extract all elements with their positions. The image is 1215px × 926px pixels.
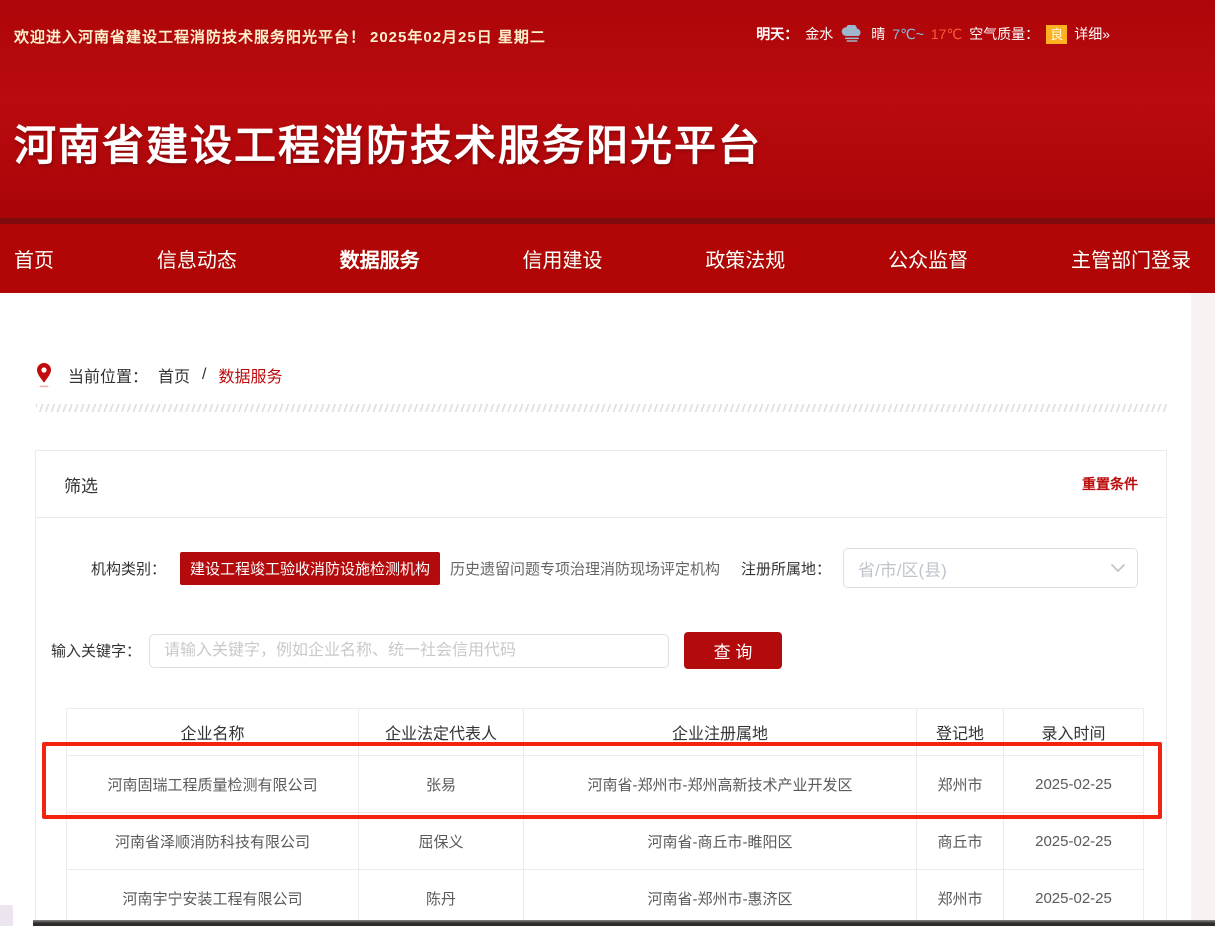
table-cell: 陈丹 bbox=[359, 870, 524, 926]
region-select-placeholder: 省/市/区(县) bbox=[858, 556, 947, 581]
right-strip bbox=[1191, 293, 1215, 926]
table-cell: 屈保义 bbox=[359, 813, 524, 870]
location-pin-icon bbox=[36, 362, 52, 388]
region-label: 注册所属地： bbox=[741, 558, 831, 579]
site-title: 河南省建设工程消防技术服务阳光平台 bbox=[14, 112, 762, 173]
masthead: 欢迎进入河南省建设工程消防技术服务阳光平台！ 2025年02月25日 星期二 明… bbox=[0, 0, 1215, 218]
table-header-row: 企业名称企业法定代表人企业注册属地登记地录入时间 bbox=[67, 709, 1144, 756]
table-cell: 河南省-商丘市-睢阳区 bbox=[524, 813, 917, 870]
breadcrumb-home[interactable]: 首页 bbox=[158, 363, 190, 387]
nav-item-0[interactable]: 首页 bbox=[14, 244, 54, 273]
category-option-selected[interactable]: 建设工程竣工验收消防设施检测机构 bbox=[180, 552, 440, 585]
table-cell: 2025-02-25 bbox=[1004, 813, 1144, 870]
column-header: 企业名称 bbox=[67, 709, 359, 756]
weather-temp-low: 7℃~ bbox=[892, 26, 924, 43]
filter-row-category: 机构类别： 建设工程竣工验收消防设施检测机构 历史遗留问题专项治理消防现场评定机… bbox=[64, 548, 1138, 588]
main-nav: 首页 信息动态 数据服务 信用建设 政策法规 公众监督 主管部门登录 bbox=[0, 218, 1215, 293]
air-quality-badge: 良 bbox=[1046, 25, 1067, 44]
weather-tomorrow-label: 明天： bbox=[756, 24, 798, 44]
table-cell: 商丘市 bbox=[917, 813, 1004, 870]
cloud-icon bbox=[840, 25, 864, 43]
weather-detail-link[interactable]: 详细» bbox=[1074, 24, 1110, 44]
corner-sliver bbox=[0, 905, 13, 926]
table-cell: 河南省-郑州市-惠济区 bbox=[524, 870, 917, 926]
filter-panel: 筛选 重置条件 机构类别： 建设工程竣工验收消防设施检测机构 历史遗留问题专项治… bbox=[35, 450, 1167, 926]
table-cell: 河南省-郑州市-郑州高新技术产业开发区 bbox=[524, 756, 917, 813]
table-cell: 2025-02-25 bbox=[1004, 756, 1144, 813]
column-header: 登记地 bbox=[917, 709, 1004, 756]
topbar: 欢迎进入河南省建设工程消防技术服务阳光平台！ 2025年02月25日 星期二 明… bbox=[0, 0, 1215, 62]
region-group: 注册所属地： 省/市/区(县) bbox=[741, 548, 1138, 588]
breadcrumb-label: 当前位置： bbox=[68, 363, 148, 387]
column-header: 录入时间 bbox=[1004, 709, 1144, 756]
category-option-alt[interactable]: 历史遗留问题专项治理消防现场评定机构 bbox=[450, 558, 720, 579]
keyword-label: 输入关键字： bbox=[51, 640, 141, 661]
nav-item-6[interactable]: 主管部门登录 bbox=[1071, 244, 1191, 273]
table-row[interactable]: 河南省泽顺消防科技有限公司屈保义河南省-商丘市-睢阳区商丘市2025-02-25 bbox=[67, 813, 1144, 870]
table-cell: 郑州市 bbox=[917, 870, 1004, 926]
breadcrumb: 当前位置： 首页 / 数据服务 bbox=[36, 362, 283, 388]
breadcrumb-separator: / bbox=[202, 366, 206, 384]
table-row[interactable]: 河南宇宁安装工程有限公司陈丹河南省-郑州市-惠济区郑州市2025-02-25 bbox=[67, 870, 1144, 926]
air-quality-label: 空气质量： bbox=[969, 24, 1039, 44]
stripe-divider bbox=[36, 404, 1168, 412]
breadcrumb-current[interactable]: 数据服务 bbox=[218, 363, 282, 387]
filter-title: 筛选 bbox=[64, 472, 98, 497]
table-cell: 河南宇宁安装工程有限公司 bbox=[67, 870, 359, 926]
nav-item-3[interactable]: 信用建设 bbox=[522, 244, 602, 273]
nav-item-2[interactable]: 数据服务 bbox=[340, 244, 420, 273]
region-select[interactable]: 省/市/区(县) bbox=[843, 548, 1138, 588]
filter-panel-header: 筛选 重置条件 bbox=[36, 451, 1166, 518]
column-header: 企业法定代表人 bbox=[359, 709, 524, 756]
keyword-input[interactable] bbox=[149, 634, 669, 668]
filter-row-keyword: 输入关键字： 查 询 bbox=[51, 632, 1138, 669]
date-text: 2025年02月25日 星期二 bbox=[370, 26, 546, 47]
weather-widget: 明天： 金水 晴 7℃~ 17℃ 空气质量： 良 详细» bbox=[756, 24, 1110, 44]
table-cell: 河南省泽顺消防科技有限公司 bbox=[67, 813, 359, 870]
weather-condition: 晴 bbox=[871, 24, 885, 44]
results-table: 企业名称企业法定代表人企业注册属地登记地录入时间 河南固瑞工程质量检测有限公司张… bbox=[66, 708, 1144, 926]
footer-bar bbox=[33, 920, 1215, 926]
reset-filters-link[interactable]: 重置条件 bbox=[1082, 474, 1138, 494]
table-cell: 张易 bbox=[359, 756, 524, 813]
page: 欢迎进入河南省建设工程消防技术服务阳光平台！ 2025年02月25日 星期二 明… bbox=[0, 0, 1215, 926]
weather-city: 金水 bbox=[805, 24, 833, 44]
nav-item-4[interactable]: 政策法规 bbox=[705, 244, 785, 273]
nav-item-5[interactable]: 公众监督 bbox=[888, 244, 968, 273]
column-header: 企业注册属地 bbox=[524, 709, 917, 756]
table-cell: 郑州市 bbox=[917, 756, 1004, 813]
table-cell: 河南固瑞工程质量检测有限公司 bbox=[67, 756, 359, 813]
category-label: 机构类别： bbox=[91, 558, 166, 579]
table-cell: 2025-02-25 bbox=[1004, 870, 1144, 926]
chevron-down-icon bbox=[1111, 564, 1125, 573]
welcome-text: 欢迎进入河南省建设工程消防技术服务阳光平台！ bbox=[14, 26, 366, 47]
table-row[interactable]: 河南固瑞工程质量检测有限公司张易河南省-郑州市-郑州高新技术产业开发区郑州市20… bbox=[67, 756, 1144, 813]
weather-temp-high: 17℃ bbox=[931, 26, 962, 43]
nav-item-1[interactable]: 信息动态 bbox=[157, 244, 237, 273]
search-button[interactable]: 查 询 bbox=[684, 632, 782, 669]
